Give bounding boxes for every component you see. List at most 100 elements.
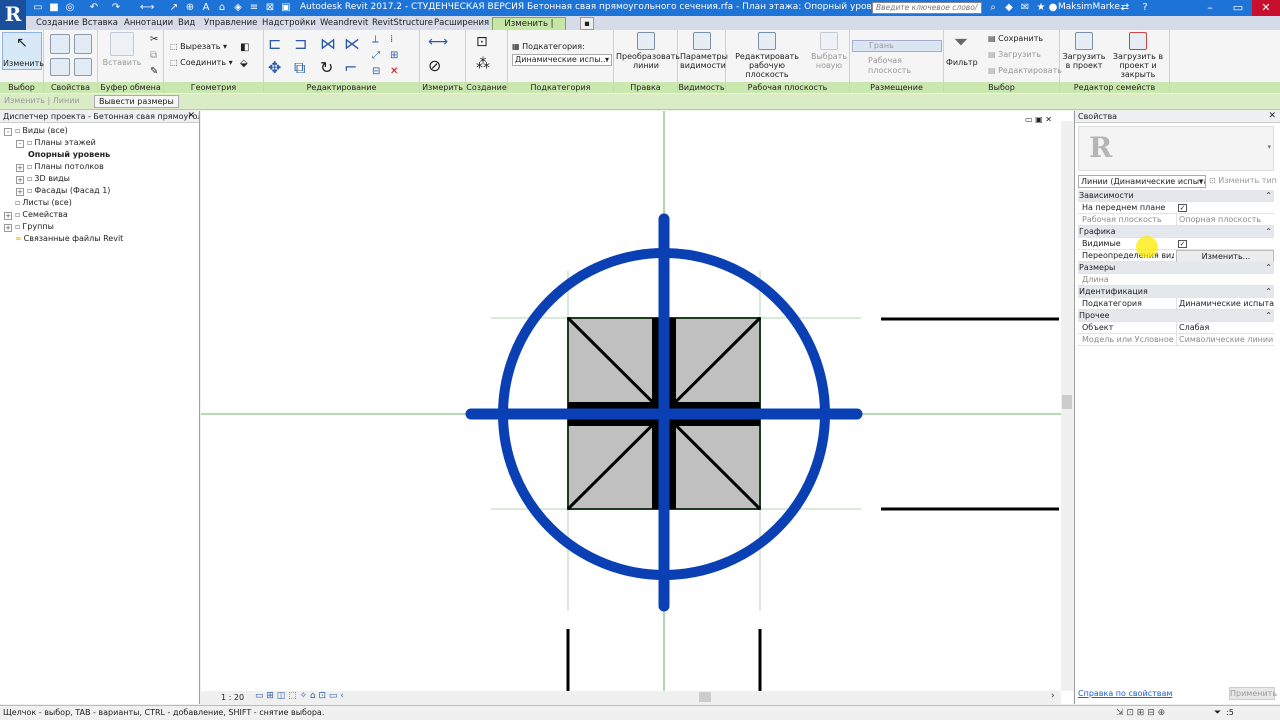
edit-selection-button[interactable]: ▤ Редактировать (988, 66, 1062, 75)
align-icon[interactable]: ⊏ (268, 34, 281, 53)
minimize-icon[interactable]: – (1196, 0, 1224, 16)
collapse-icon[interactable]: ⌃ (1265, 262, 1272, 274)
tab-insert[interactable]: Вставка (82, 17, 118, 30)
filter-icon[interactable]: ⏷ (1214, 706, 1221, 720)
redo-icon[interactable]: ↷ (110, 2, 122, 14)
collapse-icon[interactable]: - (16, 140, 24, 148)
save-icon[interactable]: ■ (48, 2, 60, 14)
properties-help-link[interactable]: Справка по свойствам (1078, 689, 1172, 698)
measure-distance-icon[interactable]: ⟷ (428, 34, 448, 50)
workplane-placement-button[interactable]: Рабочая плоскость (852, 56, 942, 75)
load-into-project-close-button[interactable]: Загрузить в проект и закрыть (1108, 32, 1168, 79)
paint-icon[interactable]: ⬙ (240, 58, 248, 69)
save-selection-button[interactable]: ▤ Сохранить (988, 34, 1043, 43)
browser-item[interactable]: ∞ Связанные файлы Revit (4, 234, 123, 243)
property-row[interactable]: Переопределения вид...Изменить... (1078, 250, 1274, 264)
tab-weandrevit[interactable]: Weandrevit (320, 17, 368, 30)
subscription-icon[interactable]: ◆ (1002, 2, 1016, 14)
panel-title[interactable]: Выбор (0, 82, 43, 93)
scale-icon[interactable]: ⤢ (372, 50, 380, 61)
type-properties-icon[interactable] (74, 58, 92, 76)
copy-icon[interactable]: ⧉ (150, 50, 157, 61)
close-views-icon[interactable]: ⊠ (264, 2, 276, 14)
browser-item[interactable]: Опорный уровень (28, 150, 110, 159)
property-category[interactable]: Графика ⌃ (1078, 226, 1274, 238)
property-row[interactable]: ПодкатегорияДинамические испытан... (1078, 298, 1274, 310)
cut-geometry-button[interactable]: ⬚ Вырезать ▾ (170, 42, 227, 51)
paste-button[interactable]: Вставить (102, 32, 142, 67)
browser-item[interactable]: + ▫ Группы (4, 222, 54, 232)
collapse-icon[interactable]: ⌃ (1265, 226, 1272, 238)
apply-button[interactable]: Применить (1229, 687, 1277, 700)
split-face-icon[interactable]: ◧ (240, 42, 249, 53)
property-row[interactable]: Объект Слабая (1078, 322, 1274, 334)
create-similar-icon[interactable]: ⊡ (476, 34, 488, 50)
rotate-icon[interactable]: ↻ (320, 58, 333, 77)
view-scale[interactable]: 1 : 20 (221, 693, 244, 702)
view-control-bar-icons[interactable]: ▭ ⊞ ◫ ⬚ ✧ ⌂ ⊡ ▭ ‹ (255, 691, 344, 701)
browser-item[interactable]: ▫ Листы (все) (4, 198, 72, 207)
property-row[interactable]: Рабочая плоскость Опорная плоскость (1078, 214, 1274, 226)
property-value[interactable]: Слабая (1176, 322, 1274, 334)
close-icon[interactable]: ✕ (1268, 111, 1276, 121)
close-icon[interactable]: ✕ (1252, 0, 1280, 16)
search-input[interactable]: Введите ключевое слово/фразу (872, 2, 982, 22)
match-properties-icon[interactable]: ✎ (150, 66, 158, 77)
help-icon[interactable]: ? (1138, 2, 1152, 14)
move-icon[interactable]: ✥ (268, 58, 281, 77)
cut-icon[interactable]: ✂ (150, 34, 158, 45)
expand-icon[interactable]: + (4, 224, 12, 232)
revit-logo[interactable]: R (0, 0, 26, 30)
browser-item[interactable]: + ▫ Фасады (Фасад 1) (16, 186, 110, 196)
browser-item[interactable]: + ▫ Планы потолков (16, 162, 104, 172)
modify-button[interactable]: ↖ Изменить (2, 32, 44, 70)
property-category[interactable]: Прочее ⌃ (1078, 310, 1274, 322)
array-icon[interactable]: ⁞ (390, 34, 393, 45)
tab-annotate[interactable]: Аннотации (124, 17, 173, 30)
open-icon[interactable]: ▭ (32, 2, 44, 14)
subcategory-select[interactable]: Динамические испы... ▾ (512, 54, 612, 66)
3d-view-icon[interactable]: ⌂ (216, 2, 228, 14)
properties-icon[interactable] (50, 58, 70, 76)
tab-addins[interactable]: Надстройки (262, 17, 316, 30)
browser-item[interactable]: - ▫ Планы этажей (16, 138, 96, 148)
expand-icon[interactable]: + (4, 212, 12, 220)
visibility-settings-button[interactable]: Параметры видимости (680, 32, 728, 70)
undo-icon[interactable]: ↶ (88, 2, 100, 14)
status-icons[interactable]: ⇲ ⊡ ⊞ ⊟ ⊕ (1116, 706, 1165, 720)
property-category[interactable]: Идентификация ⌃ (1078, 286, 1274, 298)
tab-revitstructure[interactable]: RevitStructure (372, 17, 433, 30)
show-dimensions-button[interactable]: Вывести размеры (94, 95, 179, 108)
load-selection-button[interactable]: ▤ Загрузить (988, 50, 1041, 59)
property-row[interactable]: Модель или Условное Символические линии (1078, 334, 1274, 346)
load-into-project-button[interactable]: Загрузить в проект (1062, 32, 1106, 70)
expand-icon[interactable]: + (16, 176, 24, 184)
dimension-icon[interactable]: ↗ (168, 2, 180, 14)
property-row[interactable]: На переднем плане ✓ (1078, 202, 1274, 214)
convert-lines-button[interactable]: Преобразовать линии (616, 32, 680, 70)
pin-icon[interactable]: ⊞ (390, 50, 398, 61)
create-group-icon[interactable]: ⁂ (476, 56, 490, 72)
plan-view[interactable] (201, 111, 1073, 704)
communication-icon[interactable]: ✉ (1018, 2, 1032, 14)
family-category-icon[interactable] (74, 34, 92, 54)
tag-icon[interactable]: ⊕ (184, 2, 196, 14)
text-icon[interactable]: A (200, 2, 212, 14)
edit-type-button[interactable]: ⊡ Изменить тип (1209, 176, 1277, 185)
property-category[interactable]: Размеры ⌃ (1078, 262, 1274, 274)
edit-workplane-button[interactable]: Редактировать рабочую плоскость (728, 32, 806, 79)
unpin-icon[interactable]: ⊟ (372, 66, 380, 77)
browser-item[interactable]: + ▫ 3D виды (16, 174, 70, 184)
filter-button[interactable]: ⏷ Фильтр (946, 32, 978, 67)
property-value[interactable]: Символические линии (1176, 334, 1274, 346)
property-row[interactable]: Длина (1078, 274, 1274, 286)
search-icon[interactable]: ⌕ (986, 2, 1000, 14)
mirror-axis-icon[interactable]: ⋈ (320, 34, 336, 53)
collapse-icon[interactable]: ⌃ (1265, 190, 1272, 202)
tab-overflow-icon[interactable]: ▪ (580, 17, 594, 30)
join-geometry-button[interactable]: ⬚ Соединить ▾ (170, 58, 233, 67)
type-selector[interactable]: Линии (Динамические испыта ▾ (1078, 175, 1206, 188)
property-category[interactable]: Зависимости ⌃ (1078, 190, 1274, 202)
collapse-icon[interactable]: ⌃ (1265, 310, 1272, 322)
maximize-icon[interactable]: ▭ (1224, 0, 1252, 16)
